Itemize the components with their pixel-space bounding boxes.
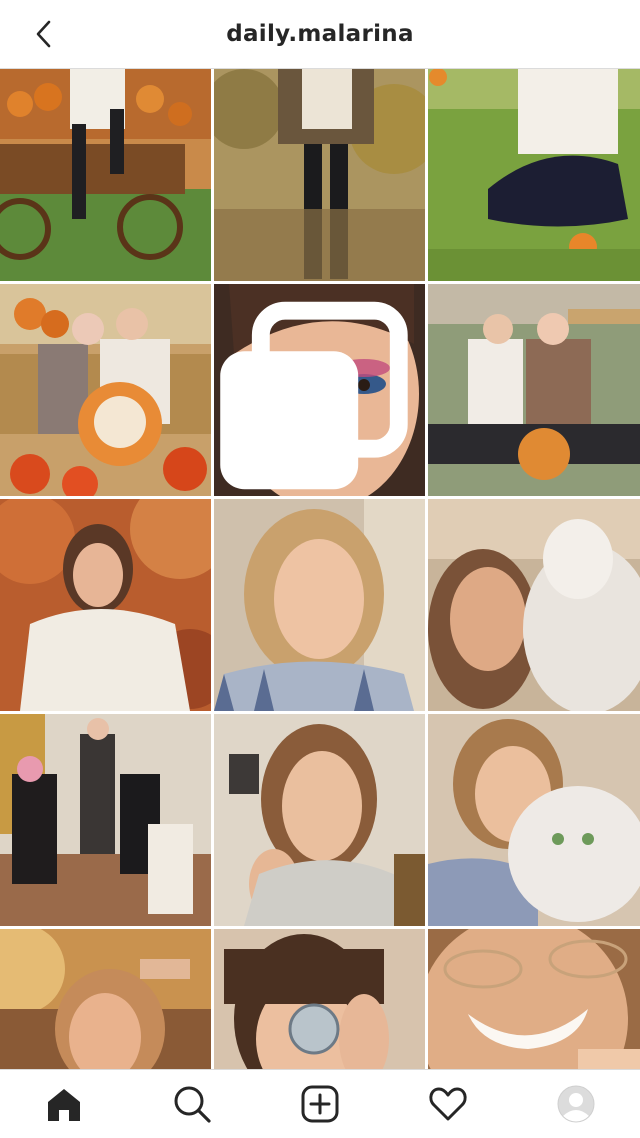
- post-thumbnail[interactable]: [428, 69, 640, 281]
- nav-activity-button[interactable]: [420, 1076, 476, 1132]
- post-image: [214, 499, 425, 711]
- bottom-navigation: [0, 1069, 640, 1138]
- post-image: [428, 499, 640, 711]
- post-thumbnail[interactable]: [428, 499, 640, 711]
- nav-home-button[interactable]: [36, 1076, 92, 1132]
- post-image: [0, 714, 211, 926]
- post-image: [428, 714, 640, 926]
- home-icon: [48, 1089, 80, 1121]
- post-thumbnail[interactable]: [214, 69, 425, 281]
- chevron-left-icon: [36, 20, 51, 48]
- post-image: [0, 284, 211, 496]
- post-image: [0, 499, 211, 711]
- post-thumbnail[interactable]: [0, 284, 211, 496]
- post-image: [214, 929, 425, 1069]
- multiple-photos-icon: [220, 301, 408, 490]
- post-thumbnail[interactable]: [428, 714, 640, 926]
- post-image: [0, 69, 211, 281]
- post-thumbnail[interactable]: [0, 499, 211, 711]
- post-image: [428, 284, 640, 496]
- top-bar: daily.malarina: [0, 0, 640, 69]
- heart-icon: [429, 1087, 467, 1121]
- post-thumbnail[interactable]: [214, 929, 425, 1069]
- post-image: [0, 929, 211, 1069]
- nav-new-post-button[interactable]: [292, 1076, 348, 1132]
- post-image: [214, 714, 425, 926]
- nav-search-button[interactable]: [164, 1076, 220, 1132]
- post-thumbnail[interactable]: [0, 929, 211, 1069]
- profile-posts-screen: daily.malarina: [0, 0, 640, 1138]
- search-icon: [174, 1086, 211, 1123]
- nav-profile-button[interactable]: [548, 1076, 604, 1132]
- post-image: [428, 69, 640, 281]
- post-grid: [0, 69, 640, 1069]
- post-thumbnail[interactable]: [428, 284, 640, 496]
- back-button[interactable]: [26, 16, 62, 52]
- post-thumbnail[interactable]: [0, 714, 211, 926]
- post-thumbnail[interactable]: [214, 714, 425, 926]
- post-thumbnail[interactable]: [0, 69, 211, 281]
- profile-avatar: [557, 1085, 595, 1123]
- post-thumbnail[interactable]: [214, 499, 425, 711]
- post-image: [214, 69, 425, 281]
- post-image: [428, 929, 640, 1069]
- post-thumbnail[interactable]: [214, 284, 425, 496]
- add-post-icon: [301, 1085, 339, 1123]
- page-title: daily.malarina: [226, 21, 414, 47]
- post-thumbnail[interactable]: [428, 929, 640, 1069]
